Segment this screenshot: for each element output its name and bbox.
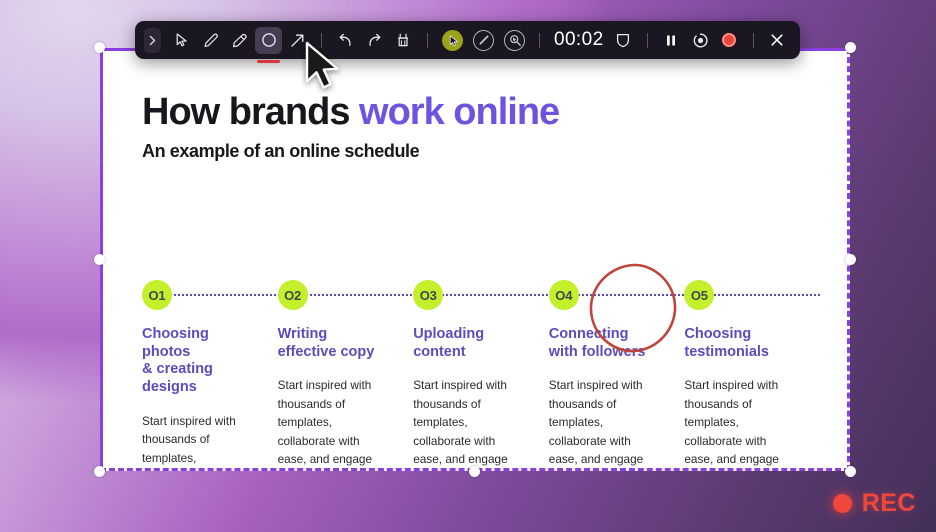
presentation-slide: How brands work online An example of an … — [100, 48, 850, 471]
close-x-icon — [771, 34, 783, 46]
rec-dot-icon — [832, 494, 852, 513]
toolbar-divider-4 — [646, 32, 648, 48]
restart-icon — [693, 32, 708, 47]
step-title-line2: effective copy — [277, 343, 375, 360]
step-title-line1: Choosing — [684, 326, 752, 342]
timeline-step-01: O1 Choosing photos & creating designs St… — [142, 280, 278, 471]
close-recorder-button[interactable] — [764, 27, 791, 54]
arrow-up-right-icon — [291, 34, 304, 47]
toolbar-divider-5 — [752, 32, 754, 48]
redo-button[interactable] — [361, 27, 388, 54]
undo-button[interactable] — [332, 27, 359, 54]
step-badge-01: O1 — [142, 280, 172, 310]
slide-subheadline: An example of an online schedule — [142, 141, 420, 162]
arrow-tool-button[interactable] — [284, 27, 311, 54]
step-body-03: Start inspired with thousands of templat… — [413, 378, 521, 471]
timeline-step-03: O3 Uploading content Start inspired with… — [413, 280, 549, 471]
timeline: O1 Choosing photos & creating designs St… — [142, 280, 820, 471]
headline-accent: work online — [359, 91, 560, 133]
eraser-broom-icon — [398, 33, 409, 46]
resize-handle-middle-left[interactable] — [94, 253, 105, 265]
magnifier-button[interactable] — [504, 29, 525, 51]
highlighter-icon — [233, 33, 247, 47]
toolbar-divider-2 — [427, 32, 428, 48]
step-title-line1: Choosing photos — [142, 326, 209, 360]
step-title-line1: Writing — [277, 326, 328, 342]
circle-tool-button[interactable] — [255, 26, 282, 63]
toolbar-divider-1 — [321, 32, 322, 48]
timeline-step-05: O5 Choosing testimonials Start inspired … — [684, 280, 820, 471]
pause-icon — [667, 34, 676, 46]
recording-timer: 00:02 — [554, 29, 604, 50]
cursor-tool-button[interactable] — [168, 27, 195, 54]
step-title-01: Choosing photos & creating designs — [142, 326, 256, 397]
step-title-line2: with followers — [548, 343, 646, 360]
color-swatch-button[interactable] — [442, 29, 463, 51]
redo-icon — [369, 33, 381, 46]
timeline-steps: O1 Choosing photos & creating designs St… — [142, 280, 820, 471]
pen-size-icon — [479, 35, 488, 45]
resize-handle-bottom-right[interactable] — [845, 466, 856, 477]
shield-button[interactable] — [610, 27, 637, 54]
step-body-02: Start inspired with thousands of templat… — [277, 378, 386, 471]
pen-icon — [204, 33, 218, 47]
step-title-04: Connecting with followers — [549, 326, 663, 361]
step-badge-02: O2 — [277, 280, 308, 310]
step-title-03: Uploading content — [413, 326, 527, 361]
step-title-line2: & creating designs — [142, 361, 213, 396]
step-title-line2: content — [413, 343, 466, 360]
pen-tool-button[interactable] — [197, 27, 224, 54]
slide-headline: How brands work online — [142, 91, 820, 133]
timeline-step-02: O2 Writing effective copy Start inspired… — [277, 280, 414, 471]
highlighter-tool-button[interactable] — [226, 27, 253, 54]
resize-handle-bottom-middle[interactable] — [469, 466, 480, 477]
step-body-05: Start inspired with thousands of templat… — [684, 378, 792, 471]
step-title-02: Writing effective copy — [278, 326, 392, 361]
chevron-right-icon — [149, 35, 156, 45]
cursor-arrow-icon — [176, 33, 187, 47]
swatch-cursor-icon — [449, 34, 458, 46]
headline-main: How brands — [142, 91, 360, 133]
undo-icon — [339, 33, 351, 46]
step-title-line2: testimonials — [684, 343, 769, 360]
step-badge-05: O5 — [684, 280, 715, 310]
step-title-line1: Uploading — [413, 326, 485, 342]
expand-toolbar-button[interactable] — [144, 27, 161, 53]
rec-indicator: REC — [832, 489, 916, 518]
step-title-line1: Connecting — [548, 326, 629, 342]
resize-handle-top-left[interactable] — [94, 42, 105, 53]
resize-handle-middle-right[interactable] — [845, 253, 856, 265]
step-badge-04: O4 — [548, 280, 579, 310]
screen-recording-desktop: How brands work online An example of an … — [0, 0, 936, 532]
timeline-step-04: O4 Connecting with followers Start inspi… — [548, 280, 685, 471]
step-body-01: Start inspired with thousands of templat… — [142, 413, 236, 471]
magnifier-cursor-icon — [509, 35, 521, 46]
restart-recording-button[interactable] — [687, 27, 714, 54]
step-badge-03: O3 — [413, 280, 444, 310]
slide-content: How brands work online An example of an … — [142, 91, 820, 471]
screen-capture-selection-region[interactable]: How brands work online An example of an … — [94, 42, 856, 477]
rec-label: REC — [861, 489, 916, 517]
resize-handle-top-right[interactable] — [845, 42, 856, 53]
pen-size-button[interactable] — [473, 29, 494, 51]
circle-shape-icon — [261, 33, 276, 47]
step-title-05: Choosing testimonials — [684, 326, 798, 361]
resize-handle-bottom-left[interactable] — [94, 466, 105, 477]
screen-recorder-toolbar[interactable]: 00:02 — [135, 21, 800, 63]
toolbar-divider-3 — [539, 32, 540, 48]
record-dot-icon — [722, 33, 737, 47]
pause-recording-button[interactable] — [658, 27, 685, 54]
shield-icon — [616, 33, 630, 47]
step-body-04: Start inspired with thousands of templat… — [548, 378, 657, 471]
erase-all-button[interactable] — [390, 27, 417, 54]
record-button[interactable] — [716, 27, 743, 54]
